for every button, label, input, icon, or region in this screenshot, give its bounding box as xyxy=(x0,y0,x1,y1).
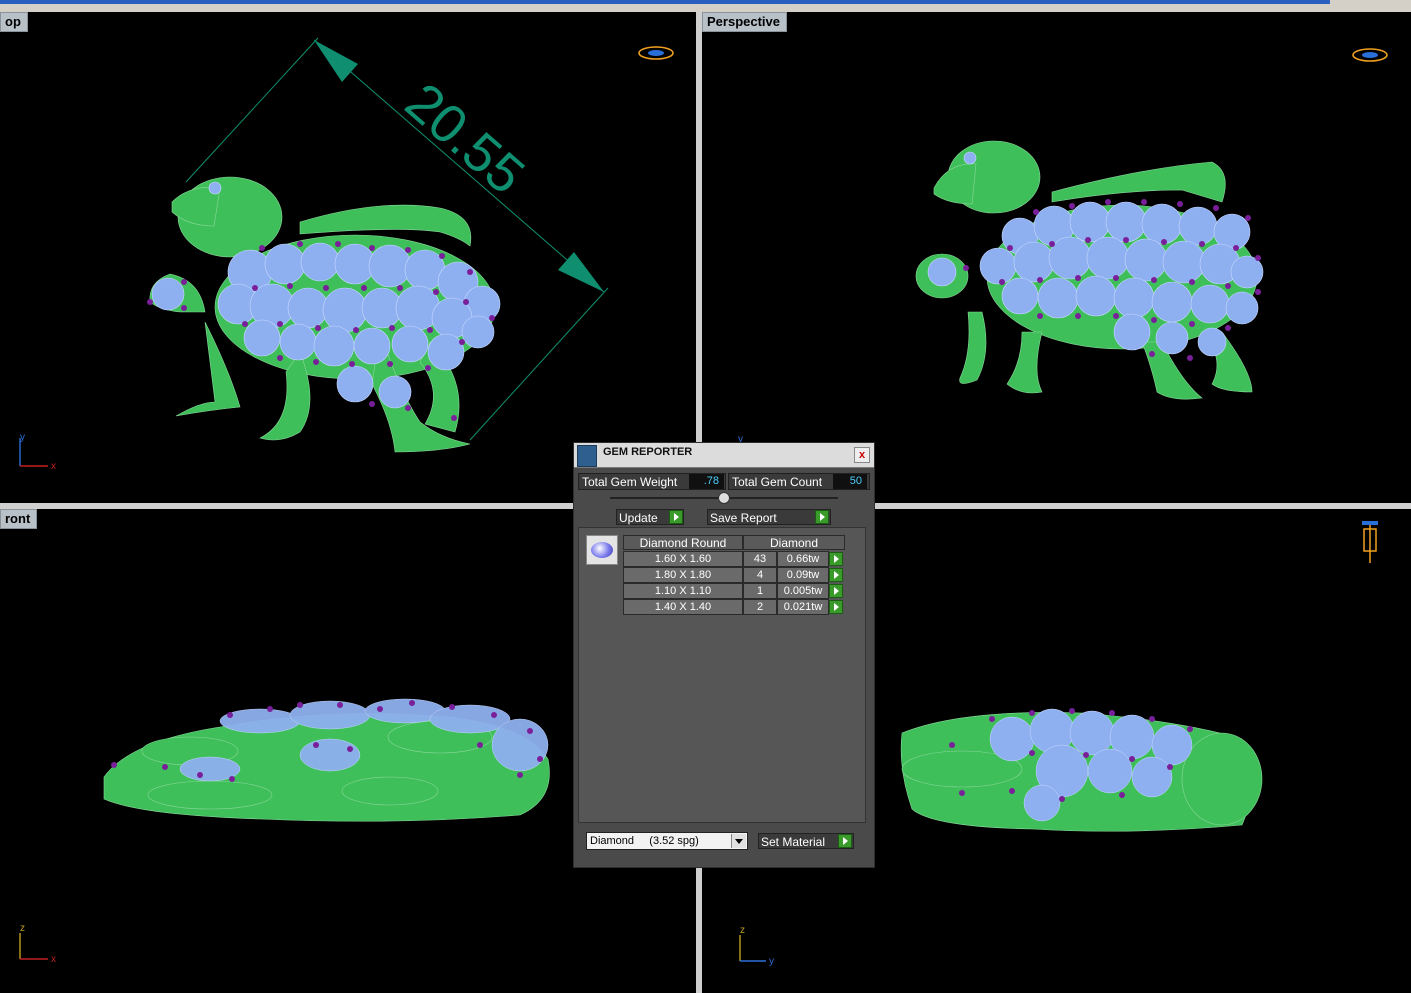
axis-y-label: y xyxy=(20,432,25,443)
viewport-perspective-label[interactable]: Perspective xyxy=(702,12,787,32)
gem-weight: 0.021tw xyxy=(777,599,829,615)
row-go-icon[interactable] xyxy=(829,584,843,598)
gem-size: 1.10 X 1.10 xyxy=(623,583,743,599)
gem-weight: 0.005tw xyxy=(777,583,829,599)
panel-slider-knob[interactable] xyxy=(718,492,730,504)
save-report-go-icon[interactable] xyxy=(815,510,829,524)
row-go-icon[interactable] xyxy=(829,600,843,614)
row-go-icon[interactable] xyxy=(829,552,843,566)
table-row[interactable]: 1.80 X 1.80 4 0.09tw xyxy=(623,567,845,583)
view-gizmo-perspective-icon xyxy=(1352,48,1388,62)
gem-size: 1.40 X 1.40 xyxy=(623,599,743,615)
column-header-material: Diamond xyxy=(743,535,845,550)
set-material-go-icon[interactable] xyxy=(838,834,852,848)
material-select-value: Diamond (3.52 spg) xyxy=(590,835,699,847)
view-gizmo-right-icon xyxy=(1362,521,1378,563)
view-gizmo-icon xyxy=(638,46,674,60)
viewport-front-label[interactable]: ront xyxy=(0,509,38,529)
axis-z-label: z xyxy=(20,923,25,934)
gem-reporter-title-bar[interactable]: GEM REPORTER x xyxy=(574,443,874,468)
gem-count: 4 xyxy=(743,567,777,583)
gem-count: 2 xyxy=(743,599,777,615)
dimension-value: 20.55 xyxy=(394,72,535,206)
viewport-top[interactable]: 20.55 y x op xyxy=(0,12,696,503)
row-go-icon[interactable] xyxy=(829,568,843,582)
total-gem-count-value: 50 xyxy=(833,474,867,489)
gem-reporter-title: GEM REPORTER xyxy=(603,446,693,458)
gem-weight: 0.09tw xyxy=(777,567,829,583)
gem-weight: 0.66tw xyxy=(777,551,829,567)
gem-count: 1 xyxy=(743,583,777,599)
perspective-view-canvas[interactable]: y xyxy=(702,12,1411,503)
viewport-perspective[interactable]: y Perspective xyxy=(702,12,1411,503)
table-row[interactable]: 1.40 X 1.40 2 0.021tw xyxy=(623,599,845,615)
table-row[interactable]: 1.10 X 1.10 1 0.005tw xyxy=(623,583,845,599)
gem-size: 1.80 X 1.80 xyxy=(623,567,743,583)
gem-count: 43 xyxy=(743,551,777,567)
title-bar-accent xyxy=(0,0,1330,4)
gem-reporter-panel: GEM REPORTER x Total Gem Weight .78 Tota… xyxy=(573,442,875,868)
axis-indicator-right xyxy=(739,935,766,962)
axis-indicator-front xyxy=(19,933,48,960)
update-go-icon[interactable] xyxy=(669,510,683,524)
total-gem-weight-value: .78 xyxy=(689,474,724,489)
diamond-round-icon xyxy=(586,535,618,565)
axis-x-label-front: x xyxy=(51,954,56,965)
axis-x-label: x xyxy=(51,461,56,472)
gem-size: 1.60 X 1.60 xyxy=(623,551,743,567)
top-view-canvas[interactable]: 20.55 y x xyxy=(0,12,696,503)
column-header-shape: Diamond Round xyxy=(623,535,743,550)
dimension-arrow-start xyxy=(314,40,358,82)
viewport-top-label[interactable]: op xyxy=(0,12,28,32)
table-row[interactable]: 1.60 X 1.60 43 0.66tw xyxy=(623,551,845,567)
close-icon[interactable]: x xyxy=(854,447,870,463)
gem-report-table: Diamond Round Diamond 1.60 X 1.60 43 0.6… xyxy=(578,527,866,823)
axis-y-label-right: y xyxy=(769,956,774,967)
gem-reporter-logo-icon xyxy=(577,445,597,467)
chevron-down-icon[interactable] xyxy=(731,834,746,848)
axis-z-label-right: z xyxy=(740,925,745,936)
material-select[interactable]: Diamond (3.52 spg) xyxy=(586,832,748,850)
save-report-button[interactable]: Save Report xyxy=(707,509,831,525)
